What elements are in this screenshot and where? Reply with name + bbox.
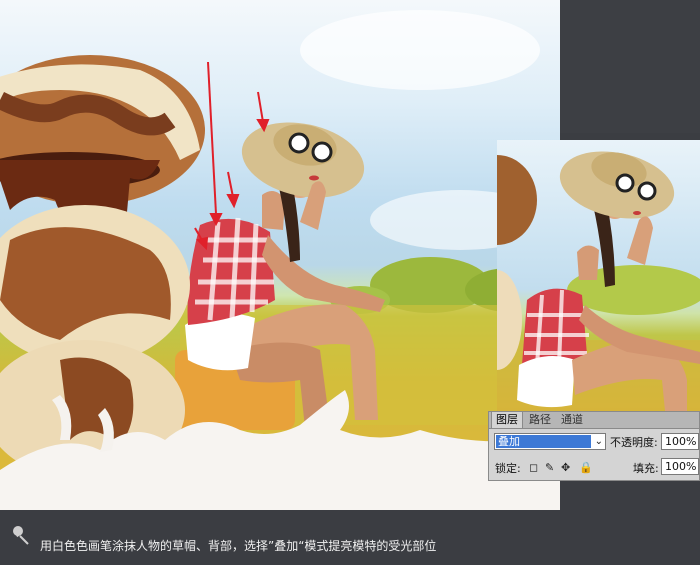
blend-mode-select[interactable]: 叠加 ⌄ — [494, 433, 606, 450]
main-composite-image — [0, 0, 560, 510]
tab-layers[interactable]: 图层 — [491, 412, 523, 428]
tutorial-frame: 图层 路径 通道 叠加 ⌄ 不透明度: 100% 锁定: ◻ ✎ ✥ 🔒 填充:… — [0, 0, 700, 565]
background-area — [560, 0, 700, 133]
lock-transparency-icon[interactable]: ◻ — [529, 461, 538, 474]
lock-icon[interactable]: 🔒 — [579, 461, 593, 474]
lock-label: 锁定: — [495, 462, 521, 475]
move-icon[interactable]: ✥ — [561, 461, 570, 474]
brush-icon[interactable]: ✎ — [545, 461, 554, 474]
chevron-down-icon: ⌄ — [594, 436, 603, 447]
opacity-field[interactable]: 100% — [661, 433, 699, 450]
opacity-label: 不透明度: — [610, 436, 658, 449]
tab-channels[interactable]: 通道 — [557, 412, 587, 428]
before-comparison-image — [497, 140, 700, 411]
caption-text: 用白色色画笔涂抹人物的草帽、背部，选择”叠加“模式提亮模特的受光部位 — [40, 539, 437, 553]
layers-panel: 图层 路径 通道 叠加 ⌄ 不透明度: 100% 锁定: ◻ ✎ ✥ 🔒 填充:… — [488, 411, 700, 481]
tab-paths[interactable]: 路径 — [525, 412, 555, 428]
blend-mode-value: 叠加 — [496, 435, 591, 448]
fill-label: 填充: — [633, 462, 659, 475]
pushpin-icon — [13, 526, 29, 545]
panel-tab-bar: 图层 路径 通道 — [489, 412, 699, 429]
fill-field[interactable]: 100% — [661, 458, 699, 475]
